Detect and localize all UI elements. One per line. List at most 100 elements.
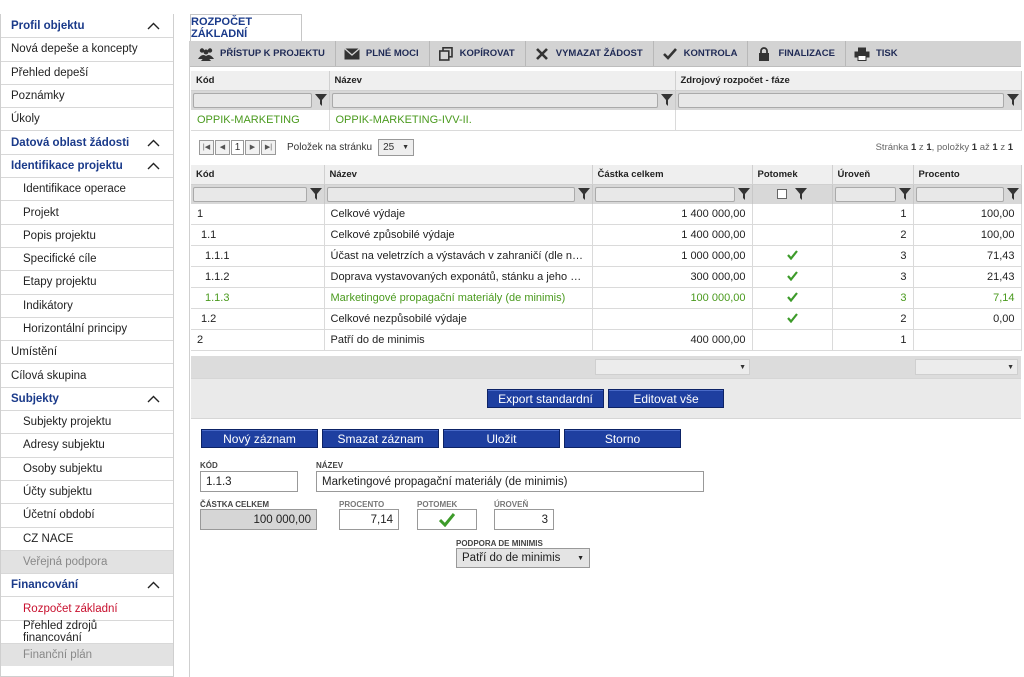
copy-label: KOPÍROVAT [459, 48, 515, 59]
sidebar-item[interactable]: Projekt [1, 200, 173, 223]
filter-input-code[interactable] [193, 186, 307, 202]
first-page-icon[interactable]: |◀ [199, 139, 214, 155]
close-icon [534, 47, 550, 61]
filter-input-percent[interactable] [915, 186, 1004, 202]
access-button[interactable]: PŘÍSTUP K PROJEKTU [190, 41, 336, 66]
filter-icon[interactable] [577, 188, 590, 200]
filter-icon[interactable] [737, 188, 750, 200]
filter-input-level[interactable] [834, 186, 896, 202]
sidebar-item[interactable]: Přehled zdrojů financování [1, 619, 173, 644]
sidebar-item[interactable]: Specifické cíle [1, 246, 173, 270]
print-button[interactable]: TISK [846, 41, 908, 66]
check-button[interactable]: KONTROLA [654, 41, 749, 66]
chevron-up-icon[interactable] [147, 162, 160, 170]
cell-level: 3 [832, 245, 914, 267]
filter-icon[interactable] [314, 94, 327, 106]
table-row[interactable]: OPPIK-MARKETING OPPIK-MARKETING-IVV-II. [191, 109, 1022, 131]
sidebar-item[interactable]: Horizontální principy [1, 316, 173, 340]
sidebar-item[interactable]: Profil objektu [1, 14, 173, 37]
sidebar-item[interactable]: Identifikace projektu [1, 153, 173, 177]
code-field[interactable]: 1.1.3 [200, 471, 298, 492]
cell-amount: 1 400 000,00 [592, 203, 753, 225]
copy-button[interactable]: KOPÍROVAT [430, 41, 526, 66]
sidebar-item-label: Subjekty projektu [23, 416, 112, 429]
filter-icon[interactable] [898, 188, 911, 200]
delete-record-button[interactable]: Smazat záznam [322, 429, 439, 448]
filter-icon[interactable] [1006, 94, 1019, 106]
table-row[interactable]: 1.1.1 Účast na veletrzích a výstavách v z… [191, 245, 1022, 267]
edit-all-button[interactable]: Editovat vše [608, 389, 724, 408]
sidebar-item[interactable]: Subjekty projektu [1, 410, 173, 433]
filter-icon[interactable] [309, 188, 322, 200]
prev-page-icon[interactable]: ◀ [215, 139, 230, 155]
last-page-icon[interactable]: ▶| [261, 139, 276, 155]
table-row[interactable]: 1.1 Celkové způsobilé výdaje 1 400 000,00 2… [191, 224, 1022, 246]
filter-icon[interactable] [795, 188, 807, 200]
tab-rozpocet-zakladni[interactable]: ROZPOČET ZÁKLADNÍ [190, 14, 302, 41]
per-page-select[interactable]: 25 ▼ [378, 138, 415, 156]
sidebar-item-label: CZ NACE [23, 532, 74, 545]
filter-input-name[interactable] [326, 186, 575, 202]
col-header-level[interactable]: Úroveň [832, 165, 914, 185]
sidebar-item[interactable]: Nová depeše a koncepty [1, 37, 173, 60]
current-page[interactable]: 1 [231, 139, 244, 155]
col-header-source[interactable]: Zdrojový rozpočet - fáze [675, 71, 1022, 91]
table-row[interactable]: 1 Celkové výdaje 1 400 000,00 1 100,00 [191, 203, 1022, 225]
filter-input-source[interactable] [677, 92, 1004, 108]
sidebar-item[interactable]: Úkoly [1, 107, 173, 130]
filter-input-code[interactable] [193, 92, 312, 108]
filter-icon[interactable] [660, 94, 673, 106]
save-button[interactable]: Uložit [443, 429, 560, 448]
filter-input-amount[interactable] [594, 186, 735, 202]
cell-name: OPPIK-MARKETING-IVV-II. [329, 109, 676, 131]
col-header-code[interactable]: Kód [191, 71, 330, 91]
amount-aggregate-select[interactable]: ▼ [595, 359, 750, 375]
delete-request-button[interactable]: VYMAZAT ŽÁDOST [526, 41, 654, 66]
sidebar-item[interactable]: Účetní období [1, 503, 173, 526]
sidebar-item[interactable]: Přehled depeší [1, 60, 173, 84]
sidebar-item[interactable]: Indikátory [1, 293, 173, 317]
sidebar-item[interactable]: Osoby subjektu [1, 456, 173, 480]
deminimis-select[interactable]: Patří do de minimis ▼ [456, 548, 590, 568]
sidebar-item[interactable]: Financování [1, 573, 173, 596]
proxies-button[interactable]: PLNÉ MOCI [336, 41, 430, 66]
col-header-name[interactable]: Název [329, 71, 676, 91]
sidebar-item[interactable]: Adresy subjektu [1, 433, 173, 456]
sidebar-item[interactable]: Popis projektu [1, 223, 173, 247]
filter-icon[interactable] [1006, 188, 1019, 200]
cancel-button[interactable]: Storno [564, 429, 681, 448]
chevron-up-icon[interactable] [147, 395, 160, 403]
percent-aggregate-select[interactable]: ▼ [915, 359, 1018, 375]
col-header-amount[interactable]: Částka celkem [592, 165, 753, 185]
chevron-up-icon[interactable] [147, 139, 160, 147]
col-header-name[interactable]: Název [324, 165, 593, 185]
chevron-up-icon[interactable] [147, 581, 160, 589]
sidebar-item[interactable]: Datová oblast žádosti [1, 130, 173, 153]
sidebar-item[interactable]: Rozpočet základní [1, 596, 173, 619]
sidebar-item[interactable]: Identifikace operace [1, 177, 173, 200]
col-header-code[interactable]: Kód [191, 165, 325, 185]
sidebar-item[interactable]: Účty subjektu [1, 479, 173, 503]
sidebar-item[interactable]: Subjekty [1, 386, 173, 410]
table-row[interactable]: 1.1.3 Marketingové propagační materiály (… [191, 287, 1022, 309]
name-field[interactable]: Marketingové propagační materiály (de mi… [316, 471, 704, 492]
table-row[interactable]: 1.2 Celkové nezpůsobilé výdaje 2 0,00 [191, 308, 1022, 330]
sidebar-item[interactable]: Poznámky [1, 83, 173, 107]
new-record-button[interactable]: Nový záznam [201, 429, 318, 448]
sidebar-item[interactable]: Cílová skupina [1, 363, 173, 386]
col-header-percent[interactable]: Procento [913, 165, 1022, 185]
budget-items-table: Kód Název Částka celkem Potomek Úroveň P… [191, 165, 1022, 351]
filter-checkbox-child[interactable] [777, 189, 787, 199]
sidebar-item[interactable]: Etapy projektu [1, 270, 173, 293]
next-page-icon[interactable]: ▶ [245, 139, 260, 155]
finalize-button[interactable]: FINALIZACE [748, 41, 846, 66]
table-row[interactable]: 2 Patří do de minimis 400 000,00 1 [191, 329, 1022, 351]
filter-input-name[interactable] [331, 92, 658, 108]
sidebar-item[interactable]: CZ NACE [1, 526, 173, 550]
caret-down-icon: ▼ [402, 143, 410, 151]
sidebar-item[interactable]: Umístění [1, 340, 173, 363]
col-header-child[interactable]: Potomek [752, 165, 833, 185]
table-row[interactable]: 1.1.2 Doprava vystavovaných exponátů, stá… [191, 266, 1022, 288]
export-standard-button[interactable]: Export standardní [487, 389, 604, 408]
chevron-up-icon[interactable] [147, 22, 160, 30]
